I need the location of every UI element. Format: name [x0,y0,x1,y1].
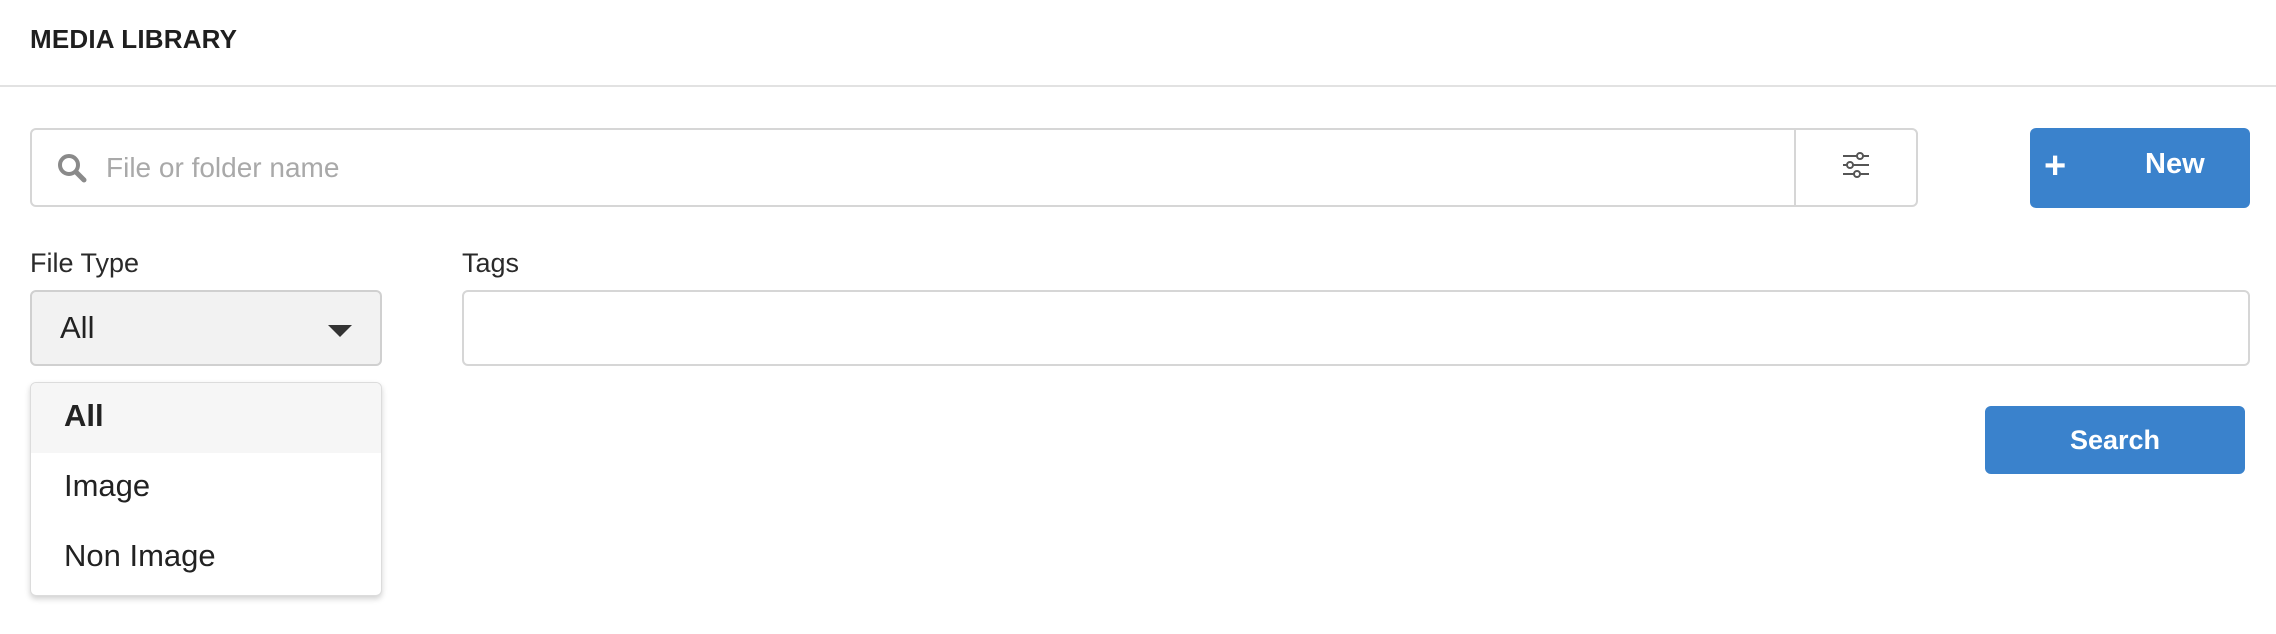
filter-button[interactable] [1794,130,1916,205]
new-button-label: New [2145,148,2205,180]
tags-label: Tags [462,248,520,278]
search-icon [54,150,90,186]
search-box [30,128,1918,207]
file-type-selected-value: All [60,310,95,345]
file-type-select[interactable]: All [30,290,382,366]
file-type-option-all[interactable]: All [31,383,381,453]
file-type-option-image[interactable]: Image [31,453,381,523]
caret-down-icon [328,325,352,337]
search-input[interactable] [106,142,1786,194]
option-label: All [64,398,104,433]
file-type-label: File Type [30,248,140,278]
search-button[interactable]: Search [1985,406,2245,474]
sliders-icon [1841,150,1871,185]
tags-input[interactable] [462,290,2250,366]
option-label: Image [64,468,151,503]
page-header: MEDIA LIBRARY [0,0,2276,87]
file-type-option-non-image[interactable]: Non Image [31,523,381,593]
file-type-dropdown: All Image Non Image [30,382,382,596]
plus-icon: + [2044,145,2067,187]
option-label: Non Image [64,538,216,573]
new-button[interactable]: + New [2030,128,2250,208]
page-title: MEDIA LIBRARY [30,24,238,54]
